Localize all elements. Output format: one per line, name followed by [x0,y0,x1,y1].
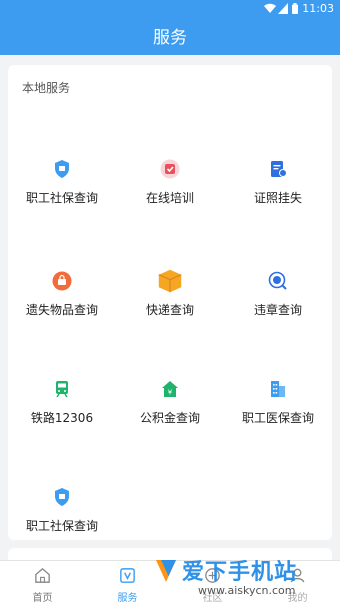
battery-icon [292,3,298,14]
service-label: 职工医保查询 [241,411,314,425]
watermark-url: www.aiskycn.com [198,584,296,597]
service-item-railway[interactable]: 铁路12306 [8,349,116,461]
service-label: 证照挂失 [253,191,302,205]
service-label: 快递查询 [145,303,194,317]
status-bar: 11:03 [0,0,340,18]
shield-icon [52,487,72,507]
service-label: 遗失物品查询 [25,303,98,317]
clock: 11:03 [302,2,334,15]
section-title: 本地服务 [22,81,71,95]
service-item-violation[interactable]: 违章查询 [224,241,332,353]
app-header: 服务 [0,18,340,55]
service-item-license-loss[interactable]: 证照挂失 [224,129,332,241]
tab-home[interactable]: 首页 [0,561,85,603]
package-icon [156,267,184,295]
lost-item-icon [52,271,72,291]
service-item-housing-fund[interactable]: ¥ 公积金查询 [116,349,224,461]
service-label: 职工社保查询 [25,191,98,205]
services-icon [120,568,135,583]
service-item-medical-insurance[interactable]: 职工医保查询 [224,349,332,461]
watermark-text: 爱下手机站 [182,560,298,585]
page-title: 服务 [153,28,187,48]
service-item-express[interactable]: 快递查询 [116,241,224,353]
train-icon [52,379,72,399]
watermark-logo-icon [156,560,176,582]
service-label: 职工社保查询 [25,519,98,533]
tab-label: 首页 [32,593,53,603]
service-label: 公积金查询 [139,411,200,425]
document-icon [268,159,288,179]
wifi-icon [264,3,276,13]
service-label: 违章查询 [253,303,302,317]
signal-icon [278,3,288,14]
svg-text:¥: ¥ [168,389,173,397]
shield-icon [52,159,72,179]
home-icon [35,567,50,583]
training-icon [160,159,180,179]
building-icon [268,379,288,399]
watermark: 爱下手机站 www.aiskycn.com [148,552,338,602]
violation-icon [268,271,288,291]
service-item-online-training[interactable]: 在线培训 [116,129,224,241]
service-label: 在线培训 [145,191,194,205]
service-item-lost-items[interactable]: 遗失物品查询 [8,241,116,353]
service-label: 铁路12306 [30,411,94,425]
house-fund-icon: ¥ [160,379,180,399]
local-services-card: 本地服务 职工社保查询 在线培训 证照挂失 遗失物品查询 快递查询 违章查询 铁… [8,65,332,540]
service-item-social-security[interactable]: 职工社保查询 [8,129,116,241]
